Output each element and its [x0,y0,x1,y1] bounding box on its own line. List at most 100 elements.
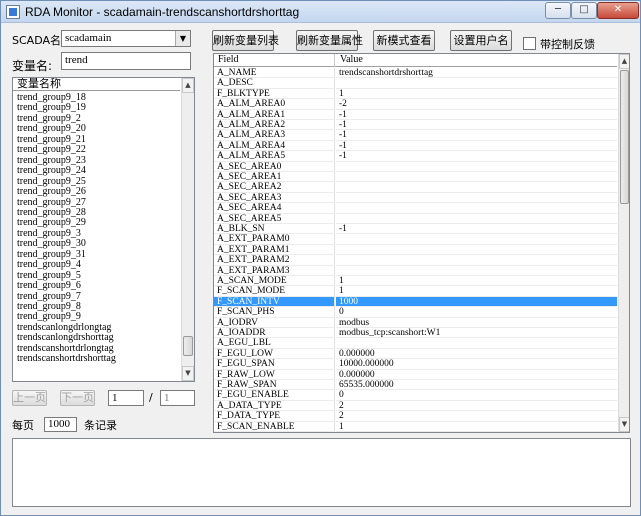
field-cell: A_EXT_PARAM1 [214,244,335,256]
field-cell: F_EGU_LOW [214,348,335,360]
table-row[interactable]: A_EXT_PARAM0 [214,234,617,245]
table-row[interactable]: F_EGU_SPAN 10000.000000 [214,359,617,370]
value-cell: -1 [336,130,617,141]
value-cell: -1 [336,141,617,152]
list-scrollbar[interactable]: ▲ ▼ [181,78,194,381]
field-cell: A_BLK_SN [214,224,335,235]
minimize-button[interactable]: ─ [545,2,571,19]
table-row[interactable]: A_SEC_AREA5 [214,213,617,224]
table-row[interactable]: F_EGU_LOW 0.000000 [214,348,617,360]
table-row[interactable]: A_DATA_TYPE 2 [214,400,617,412]
scada-select-value: scadamain [65,32,112,44]
grid-scroll-thumb[interactable] [620,70,629,204]
close-icon: ✕ [613,4,623,15]
list-item[interactable]: trend_group9_6 [17,280,177,291]
table-row[interactable]: A_SEC_AREA3 [214,192,617,204]
value-cell: 1 [336,286,617,297]
table-row[interactable]: F_SCAN_MODE 1 [214,286,617,297]
title-bar[interactable]: RDA Monitor - scadamain-trendscanshortdr… [1,1,640,23]
scada-select[interactable]: scadamain ▼ [61,30,191,47]
feedback-checkbox[interactable] [523,37,536,50]
prev-page-button[interactable]: 上一页 [12,390,47,406]
table-row[interactable]: A_ALM_AREA4 -1 [214,140,617,152]
refresh-list-button[interactable]: 刷新变量列表 [212,30,279,51]
field-cell: F_RAW_LOW [214,369,335,380]
table-row[interactable]: F_SCAN_INTV 1000 [214,296,617,308]
current-page-input[interactable]: 1 [108,390,144,406]
table-row[interactable]: A_SEC_AREA4 [214,203,617,214]
column-header-field[interactable]: Field [214,54,335,67]
table-row[interactable]: F_RAW_LOW 0.000000 [214,369,617,380]
table-row[interactable]: A_EGU_LBL [214,338,617,349]
table-row[interactable]: A_ALM_AREA1 -1 [214,109,617,120]
log-output[interactable] [12,438,631,507]
table-row[interactable]: A_EXT_PARAM1 [214,244,617,256]
table-row[interactable]: A_DESC [214,78,617,89]
list-item[interactable]: trendscanshortdrshorttag [17,354,177,364]
table-row[interactable]: A_ALM_AREA0 -2 [214,99,617,110]
maximize-icon: □ [579,4,589,15]
value-cell [336,203,617,214]
value-cell: 0.000000 [336,349,617,360]
value-cell: 10000.000000 [336,359,617,370]
value-cell [336,255,617,266]
per-page-label: 每页 [12,419,34,432]
value-cell: 0 [336,307,617,318]
variable-list[interactable]: 变量名称 trend_group9_18 trend_group9_19 trend… [12,77,195,382]
maximize-button[interactable]: □ [571,2,597,19]
close-button[interactable]: ✕ [597,2,639,19]
field-cell: A_SEC_AREA1 [214,172,335,183]
field-cell: F_EGU_SPAN [214,359,335,370]
table-row[interactable]: F_EGU_ENABLE 0 [214,390,617,401]
table-row[interactable]: F_SCAN_PHS 0 [214,307,617,318]
value-cell: 1 [336,422,617,432]
table-row[interactable]: A_NAME trendscanshortdrshorttag [214,68,617,79]
table-row[interactable]: A_ALM_AREA2 -1 [214,120,617,131]
grid-scrollbar[interactable]: ▲ ▼ [618,54,629,432]
table-row[interactable]: A_SEC_AREA2 [214,182,617,193]
scroll-down-icon[interactable]: ▼ [619,417,629,432]
scroll-up-icon[interactable]: ▲ [182,78,194,93]
value-cell: -2 [336,99,617,110]
table-row[interactable]: A_SEC_AREA0 [214,161,617,172]
scroll-down-icon[interactable]: ▼ [182,366,194,381]
field-cell: A_SCAN_MODE [214,276,335,287]
next-page-button[interactable]: 下一页 [60,390,95,406]
refresh-attr-button[interactable]: 刷新变量属性 [296,30,363,51]
field-cell: A_EXT_PARAM2 [214,255,335,266]
list-item[interactable]: trend_group9_26 [17,186,177,197]
total-pages-field: 1 [160,390,195,406]
table-row[interactable]: F_SCAN_ENABLE 1 [214,421,617,432]
value-cell: 2 [336,401,617,412]
field-cell: F_SCAN_ENABLE [214,421,335,432]
per-page-input[interactable]: 1000 [44,417,77,432]
column-header-value[interactable]: Value [336,54,616,67]
table-row[interactable]: F_RAW_SPAN 65535.000000 [214,380,617,391]
table-row[interactable]: A_ALM_AREA5 -1 [214,151,617,162]
set-user-button[interactable]: 设置用户名 [450,30,512,51]
value-cell [336,182,617,193]
value-cell [336,172,617,183]
table-row[interactable]: A_BLK_SN -1 [214,224,617,235]
table-row[interactable]: A_EXT_PARAM2 [214,255,617,266]
chevron-down-icon[interactable]: ▼ [175,31,190,46]
table-row[interactable]: A_EXT_PARAM3 [214,265,617,276]
value-cell [336,245,617,256]
attribute-grid[interactable]: Field Value A_NAME trendscanshortdrshortt… [213,53,630,433]
scroll-up-icon[interactable]: ▲ [619,54,629,69]
variable-input[interactable]: trend [61,52,191,70]
field-cell: A_ALM_AREA1 [214,109,335,120]
table-row[interactable]: F_DATA_TYPE 2 [214,411,617,422]
table-row[interactable]: A_SEC_AREA1 [214,172,617,183]
value-cell [336,234,617,245]
table-row[interactable]: A_ALM_AREA3 -1 [214,130,617,141]
list-item[interactable]: trend_group9_24 [17,165,177,176]
value-cell: 0.000000 [336,370,617,380]
new-mode-button[interactable]: 新模式查看 [373,30,435,51]
table-row[interactable]: A_IOADDR modbus_tcp:scanshort:W1 [214,328,617,339]
table-row[interactable]: A_SCAN_MODE 1 [214,276,617,287]
table-row[interactable]: F_BLKTYPE 1 [214,88,617,100]
table-row[interactable]: A_IODRV modbus [214,317,617,328]
list-scroll-thumb[interactable] [183,336,193,356]
field-cell: A_IODRV [214,317,335,328]
